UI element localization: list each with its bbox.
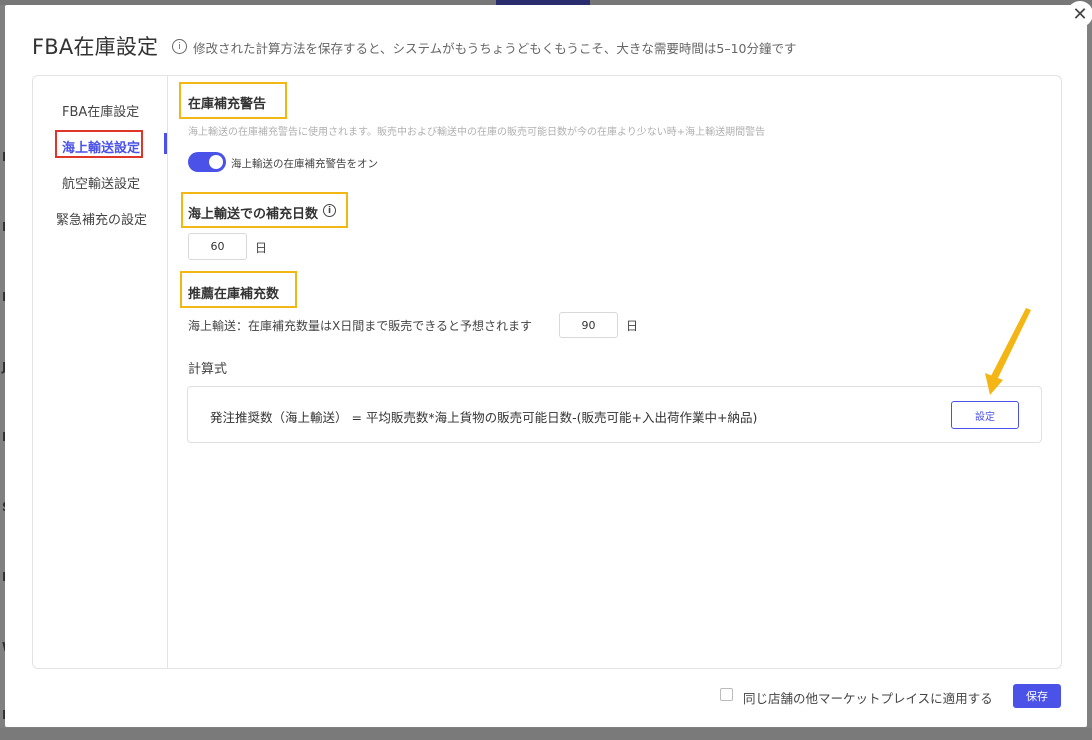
apply-all-label: 同じ店舗の他マーケットプレイスに適用する	[743, 691, 993, 706]
modal-description: 修改された計算方法を保存すると、システムがもうちょうどもくもうこそ、大きな需要時…	[193, 41, 797, 56]
info-icon: i	[172, 39, 187, 54]
save-button[interactable]: 保存	[1013, 684, 1061, 708]
settings-modal: ✕ FBA在庫設定 i 修改された計算方法を保存すると、システムがもうちょうども…	[5, 1, 1092, 727]
close-icon[interactable]: ✕	[1067, 1, 1092, 27]
modal-title: FBA在庫設定	[32, 35, 159, 59]
settings-panel: FBA在庫設定 海上輸送設定 航空輸送設定 緊急補充の設定 在庫補充警告 海上輸…	[32, 75, 1062, 669]
apply-all-checkbox[interactable]	[720, 688, 733, 701]
annotation-arrow-icon	[985, 308, 1031, 395]
